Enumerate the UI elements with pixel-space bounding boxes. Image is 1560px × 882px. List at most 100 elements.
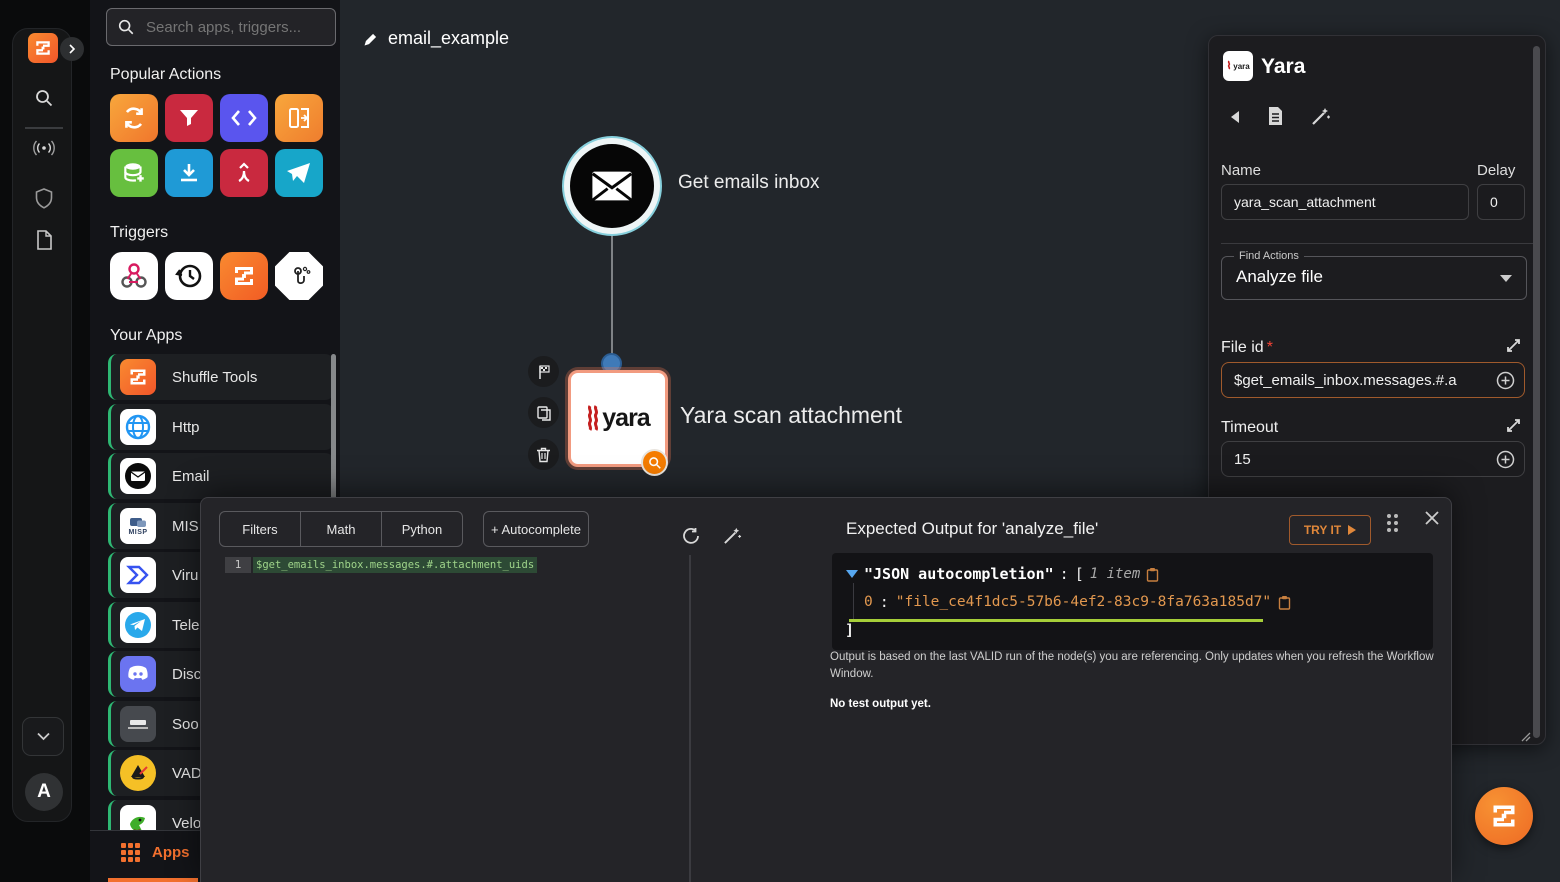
edit-title-icon[interactable]: [362, 31, 379, 48]
tab-math[interactable]: Math: [300, 511, 382, 547]
action-tile-download[interactable]: [165, 149, 213, 197]
name-input[interactable]: [1221, 184, 1469, 220]
trigger-tile-schedule[interactable]: [165, 252, 213, 300]
node-copy-button[interactable]: [528, 397, 559, 428]
user-input-icon: [286, 263, 312, 289]
shield-icon[interactable]: [35, 188, 53, 209]
editor-tabs: Filters Math Python: [219, 511, 463, 547]
close-icon[interactable]: [1423, 509, 1441, 527]
plus-circle-icon[interactable]: [1496, 371, 1515, 390]
action-tile-merge[interactable]: [220, 149, 268, 197]
collapse-button[interactable]: [22, 717, 64, 756]
magic-wand-icon[interactable]: [723, 526, 742, 545]
file-icon[interactable]: [36, 230, 52, 250]
refresh-icon[interactable]: [682, 527, 700, 545]
search-icon: [117, 18, 135, 36]
tab-python[interactable]: Python: [381, 511, 463, 547]
resize-handle-icon[interactable]: [1521, 732, 1531, 742]
find-actions-select[interactable]: Find Actions Analyze file: [1221, 256, 1527, 300]
back-icon[interactable]: [1231, 111, 1239, 123]
magnifier-icon: [648, 456, 662, 470]
json-output-viewer: "JSON autocompletion" : [ 1 item 0 : "fi…: [832, 553, 1433, 650]
drag-handle-icon[interactable]: [1387, 514, 1398, 532]
avatar[interactable]: A: [25, 773, 63, 811]
action-tile-database-add[interactable]: [110, 149, 158, 197]
action-tile-code[interactable]: [220, 94, 268, 142]
app-item-email[interactable]: Email: [108, 453, 334, 499]
node-search-badge[interactable]: [641, 449, 668, 476]
line-number: 1: [225, 557, 251, 573]
timeout-label: Timeout: [1221, 419, 1278, 437]
yara-app-icon: yara: [1223, 51, 1253, 81]
search-icon[interactable]: [34, 88, 54, 108]
trash-icon: [536, 447, 551, 463]
broadcast-icon[interactable]: [33, 139, 55, 157]
shuffle-workflow-screen: email_example Get emails inbox yara: [0, 0, 1560, 882]
action-tile-door[interactable]: [275, 94, 323, 142]
node-label-yara-scan-attachment: Yara scan attachment: [680, 402, 902, 429]
node-start-flag-button[interactable]: [528, 356, 559, 387]
node-delete-button[interactable]: [528, 439, 559, 470]
tab-filters[interactable]: Filters: [219, 511, 301, 547]
document-icon[interactable]: [1267, 106, 1284, 126]
shuffle-icon: [232, 264, 256, 288]
action-tile-send[interactable]: [275, 149, 323, 197]
apps-grid-icon: [121, 843, 140, 862]
delay-input[interactable]: [1477, 184, 1525, 220]
shuffle-logo-icon[interactable]: [28, 33, 58, 63]
workflow-title: email_example: [388, 28, 509, 49]
flag-icon: [536, 364, 552, 380]
schedule-icon: [174, 261, 204, 291]
your-apps-title: Your Apps: [110, 327, 182, 345]
popup-divider[interactable]: [689, 555, 691, 882]
rail-divider: [25, 127, 63, 129]
shuffle-fab-button[interactable]: [1475, 787, 1533, 845]
panel-divider: [1221, 243, 1535, 244]
expand-field-icon[interactable]: [1505, 417, 1522, 434]
vader-icon: [120, 755, 156, 791]
magic-wand-icon[interactable]: [1311, 106, 1331, 126]
plus-circle-icon[interactable]: [1496, 450, 1515, 469]
try-it-button[interactable]: TRY IT: [1289, 515, 1371, 545]
find-actions-label: Find Actions: [1234, 250, 1304, 262]
tab-apps[interactable]: Apps: [121, 843, 190, 862]
timeout-input[interactable]: [1221, 441, 1525, 477]
action-tile-filter[interactable]: [165, 94, 213, 142]
trigger-tile-webhook[interactable]: [110, 252, 158, 300]
collapse-triangle-icon[interactable]: [846, 570, 858, 578]
file-id-label: File id*: [1221, 339, 1273, 357]
output-note: Output is based on the last VALID run of…: [830, 649, 1442, 684]
database-add-icon: [121, 160, 147, 186]
expand-field-icon[interactable]: [1505, 337, 1522, 354]
panel-scrollbar[interactable]: [1533, 46, 1540, 738]
code-line[interactable]: $get_emails_inbox.messages.#.attachment_…: [253, 557, 537, 573]
json-value-row: 0 : "file_ce4f1dc5-57b6-4ef2-83c9-8fa763…: [864, 593, 1291, 611]
expand-rail-button[interactable]: [60, 37, 84, 61]
required-mark: *: [1267, 339, 1273, 356]
trigger-tile-user-input[interactable]: [275, 252, 323, 300]
chevron-down-icon: [1500, 275, 1512, 282]
search-input[interactable]: [144, 18, 328, 37]
send-icon: [286, 162, 312, 184]
name-label: Name: [1221, 162, 1261, 179]
left-rail: A: [0, 0, 90, 882]
action-tile-sync[interactable]: [110, 94, 158, 142]
clipboard-icon[interactable]: [1146, 567, 1159, 582]
merge-icon: [232, 161, 256, 185]
value-highlight-underline: [849, 619, 1263, 622]
search-box[interactable]: [106, 8, 336, 46]
clipboard-icon[interactable]: [1278, 595, 1291, 610]
copy-icon: [536, 405, 552, 421]
node-get-emails-inbox[interactable]: [564, 138, 660, 234]
app-item-shuffle-tools[interactable]: Shuffle Tools: [108, 354, 334, 400]
telegram-icon: [120, 607, 156, 643]
autocomplete-button[interactable]: + Autocomplete: [483, 511, 589, 547]
indent-guide: [853, 583, 854, 621]
panel-app-title: Yara: [1261, 55, 1305, 79]
code-icon: [231, 108, 257, 128]
node-label-get-emails-inbox: Get emails inbox: [678, 172, 820, 194]
file-id-input[interactable]: [1221, 362, 1525, 398]
yara-logo-mark-icon: [586, 404, 600, 434]
trigger-tile-shuffle[interactable]: [220, 252, 268, 300]
app-item-http[interactable]: Http: [108, 404, 334, 450]
